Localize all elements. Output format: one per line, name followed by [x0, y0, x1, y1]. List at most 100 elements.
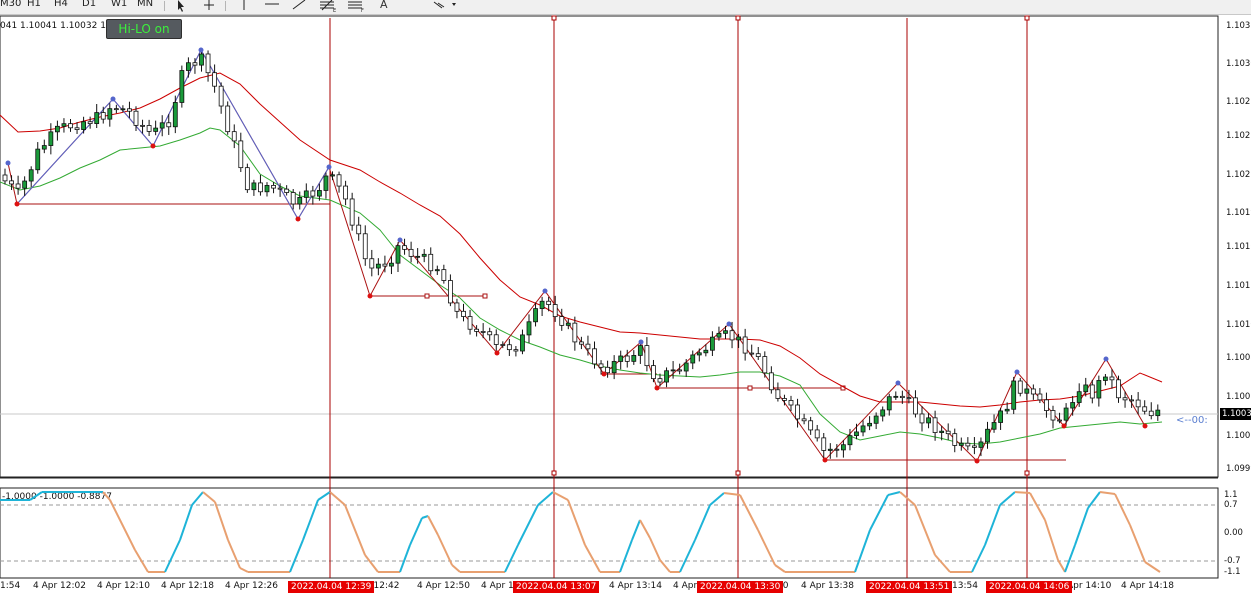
- candle: [579, 341, 584, 345]
- cursor-icon[interactable]: [172, 0, 202, 14]
- timeframe-d1-button[interactable]: D1: [82, 0, 96, 11]
- candle: [35, 148, 41, 171]
- oscillator-segment: [649, 537, 661, 561]
- swing-high-dot: [542, 288, 548, 294]
- oscillator-segment: [364, 554, 379, 573]
- horizontal-line-icon[interactable]: [263, 0, 283, 14]
- candle: [251, 182, 257, 191]
- oscillator-segment: [1029, 492, 1046, 521]
- time-label: 4 Apr 12:18: [161, 581, 214, 591]
- candle: [277, 187, 283, 190]
- candle: [166, 122, 172, 128]
- oscillator-segment: [757, 529, 776, 566]
- oscillator-segment: [329, 491, 346, 506]
- candle: [356, 224, 362, 235]
- candle: [199, 53, 204, 66]
- price-label: 1.1002: [1226, 431, 1251, 441]
- swing-low-dot: [367, 293, 373, 299]
- candle: [854, 431, 859, 437]
- candle: [500, 344, 506, 346]
- candle: [841, 444, 846, 451]
- candle: [434, 269, 440, 272]
- candle: [598, 363, 604, 368]
- candle: [873, 415, 879, 424]
- svg-text:E: E: [333, 8, 336, 14]
- oscillator-segment: [537, 491, 554, 506]
- timeframe-h4-button[interactable]: H4: [54, 0, 68, 11]
- candle: [624, 355, 630, 362]
- swing-high-dot: [1103, 356, 1109, 362]
- candle: [860, 425, 866, 433]
- oscillator-segment: [344, 504, 366, 556]
- oscillator-segment: [191, 491, 204, 506]
- candle: [120, 108, 126, 111]
- candle: [1017, 380, 1023, 394]
- oscillator-segment: [854, 529, 871, 573]
- oscillator-segment: [934, 554, 951, 573]
- timeframe-mn-button[interactable]: MN: [137, 0, 153, 11]
- candle: [795, 404, 800, 420]
- trendline-icon[interactable]: [290, 0, 310, 14]
- swing-high-dot: [5, 160, 11, 166]
- hilo-toggle-button[interactable]: Hi-LO on: [106, 19, 182, 39]
- price-label: 1.1008: [1226, 353, 1251, 363]
- timeframe-w1-button[interactable]: W1: [111, 0, 127, 11]
- candle: [316, 190, 322, 197]
- swing-low-dot: [1142, 423, 1148, 429]
- candle: [847, 435, 853, 446]
- vertical-line-icon[interactable]: [235, 0, 255, 14]
- candle: [710, 336, 715, 351]
- line-handle: [1024, 15, 1030, 21]
- candle: [94, 112, 100, 124]
- candle: [467, 316, 473, 330]
- timeframe-m30-button[interactable]: M30: [0, 0, 21, 11]
- oscillator-segment: [427, 515, 439, 536]
- swing-low-dot: [654, 385, 660, 391]
- candle: [736, 336, 741, 341]
- candle: [2, 174, 8, 182]
- candle: [362, 233, 368, 260]
- candle: [1109, 376, 1115, 381]
- candle: [454, 302, 460, 312]
- oscillator-segment: [317, 491, 331, 501]
- text-icon[interactable]: A: [380, 0, 388, 12]
- oscillator-line: [0, 491, 1161, 573]
- line-handle: [551, 470, 557, 476]
- crosshair-icon[interactable]: [200, 0, 220, 14]
- candle: [159, 122, 165, 129]
- oscillator-segment: [1014, 491, 1031, 494]
- candle: [1070, 402, 1076, 409]
- candle: [703, 349, 709, 354]
- candle: [926, 417, 931, 424]
- candle: [755, 353, 761, 357]
- fibonacci-icon[interactable]: E: [318, 0, 340, 14]
- candle: [716, 332, 722, 338]
- candle: [133, 110, 139, 126]
- oscillator-segment: [887, 491, 901, 496]
- candle: [264, 185, 270, 193]
- fibo-channel-icon[interactable]: F: [346, 0, 368, 14]
- swing-high-dot: [198, 47, 204, 53]
- candle: [349, 198, 355, 226]
- oscillator-segment: [739, 494, 759, 531]
- candle: [1057, 419, 1062, 422]
- candle: [1037, 393, 1043, 401]
- time-label: 4 Apr 13:14: [609, 581, 662, 591]
- candle: [559, 316, 565, 326]
- price-chart[interactable]: [0, 0, 1251, 599]
- candle: [651, 365, 656, 380]
- candle: [972, 445, 977, 448]
- oscillator-segment: [289, 539, 304, 573]
- candle: [290, 192, 296, 205]
- oscillator-segment: [1114, 493, 1131, 526]
- timeframe-h1-button[interactable]: H1: [27, 0, 41, 11]
- candle: [1116, 379, 1121, 399]
- vertical-line-time-marker: 2022.04.04 14:06: [986, 581, 1073, 593]
- oscillator-segment: [899, 491, 916, 506]
- candles: [2, 48, 1161, 459]
- shapes-dropdown-icon[interactable]: [432, 0, 460, 14]
- swing-low-dot: [974, 458, 980, 464]
- oscillator-segment: [619, 539, 633, 573]
- candle: [880, 409, 886, 417]
- candle: [834, 448, 840, 451]
